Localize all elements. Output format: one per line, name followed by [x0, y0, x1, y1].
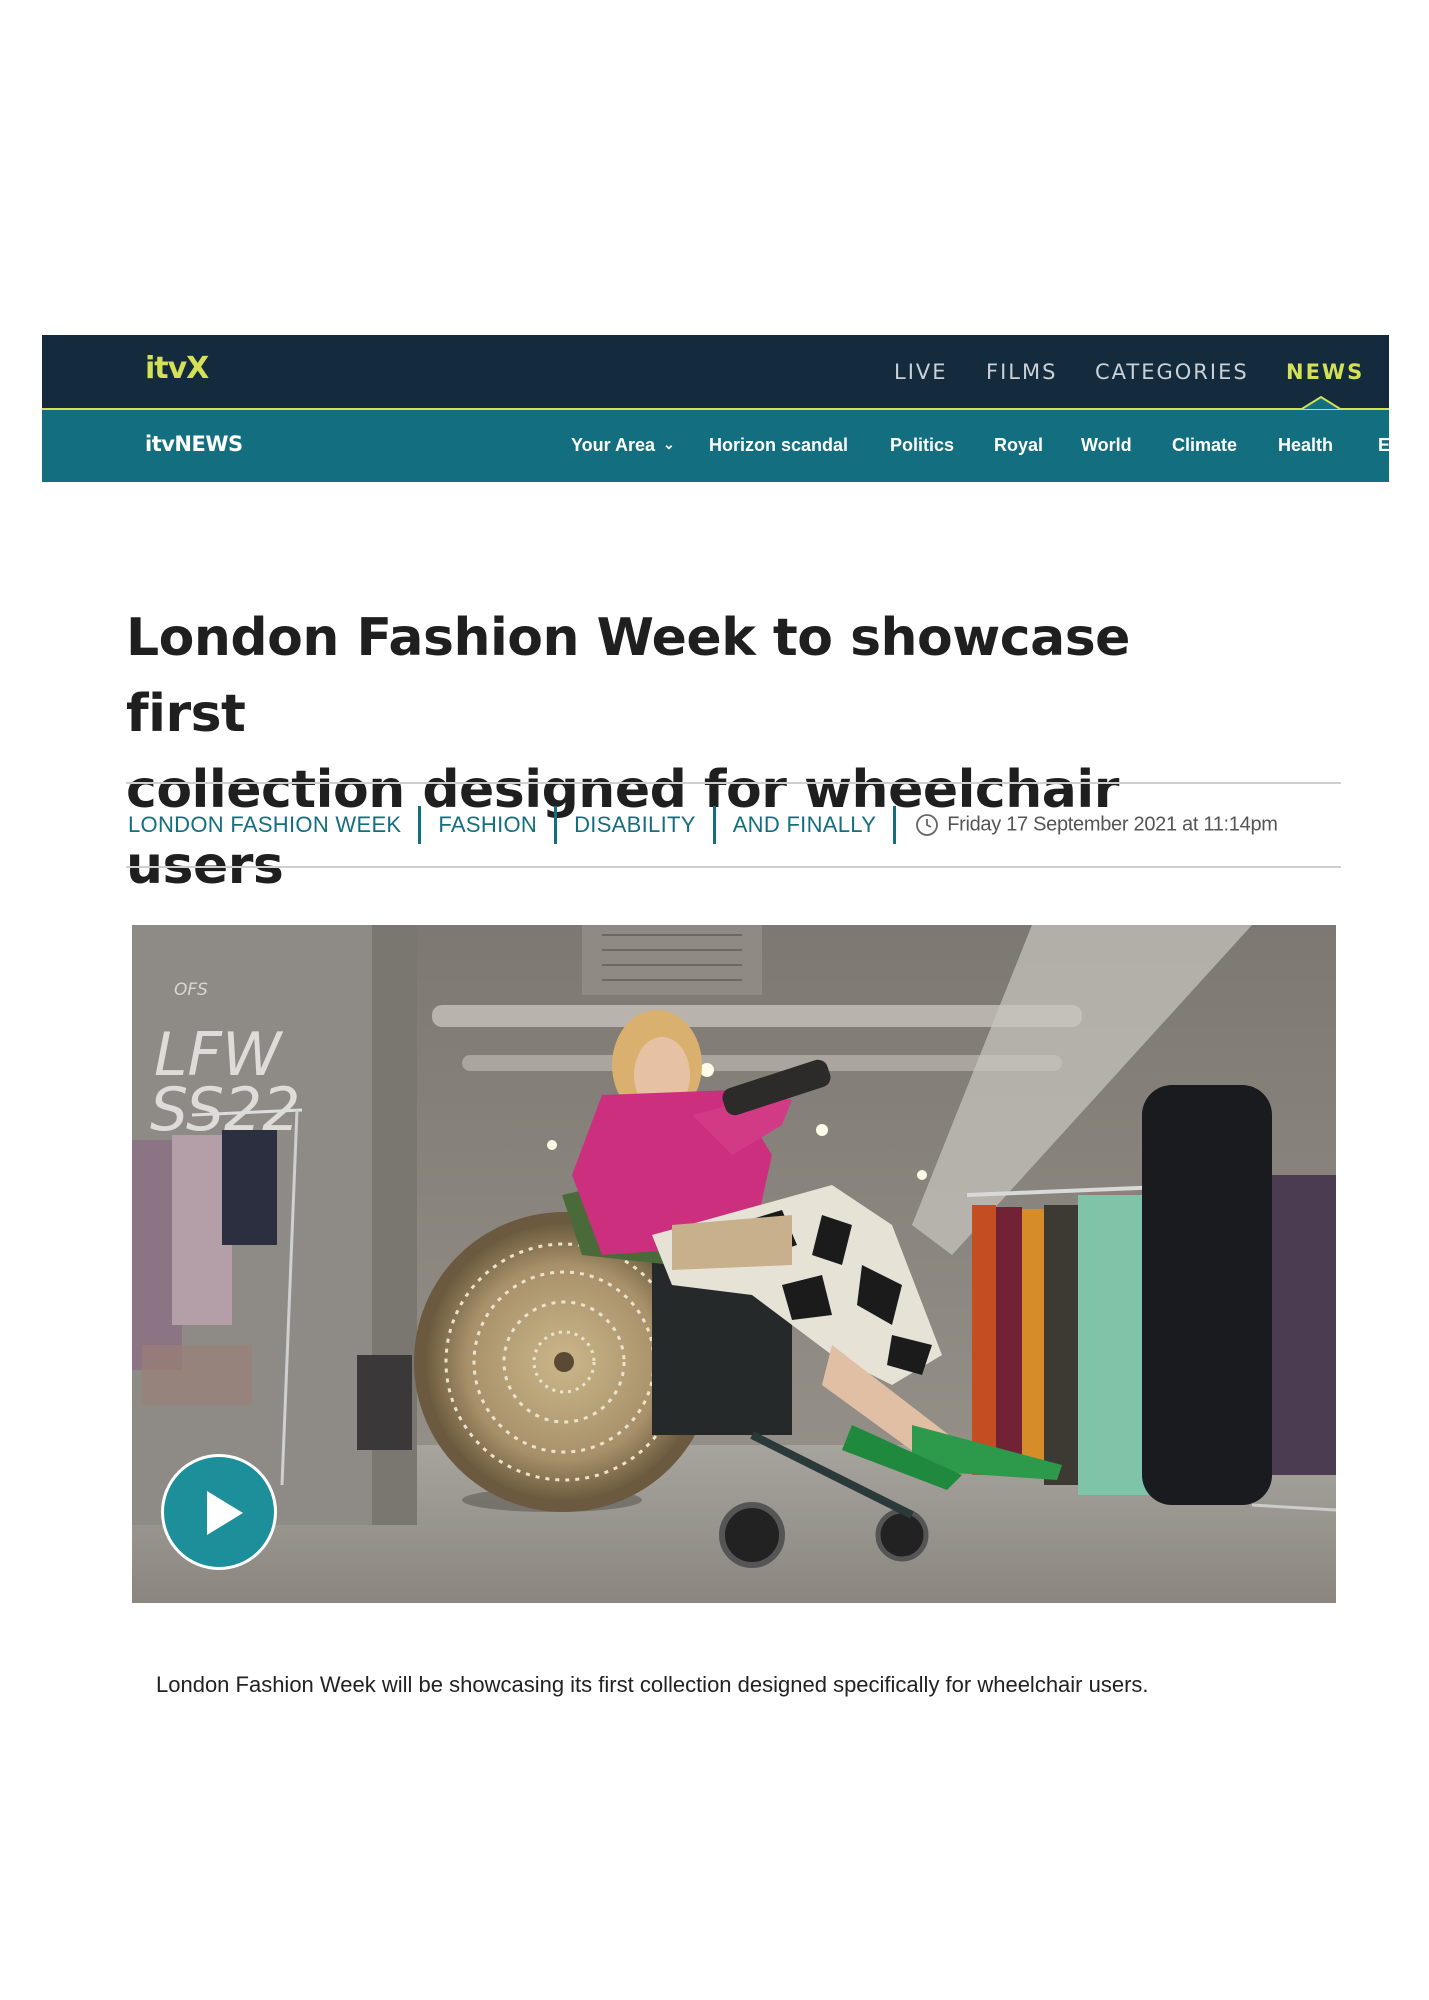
nav-live[interactable]: LIVE — [894, 360, 948, 384]
clock-icon — [916, 814, 939, 836]
tag-disability[interactable]: DISABILITY — [574, 812, 696, 838]
nav-films[interactable]: FILMS — [986, 360, 1057, 384]
subnav-politics[interactable]: Politics — [890, 435, 954, 456]
divider-bottom — [126, 866, 1341, 868]
nav-categories[interactable]: CATEGORIES — [1095, 360, 1249, 384]
headline-line-1: London Fashion Week to showcase first — [126, 608, 1130, 744]
publish-date: Friday 17 September 2021 at 11:14pm — [915, 813, 1278, 837]
tag-separator — [554, 806, 558, 844]
divider-top — [126, 782, 1341, 784]
play-icon — [207, 1491, 243, 1535]
news-subnavigation: itvNEWS Your Area ⌄ Horizon scandal Polit… — [42, 410, 1389, 482]
chevron-down-icon: ⌄ — [663, 436, 675, 452]
tag-and-finally[interactable]: AND FINALLY — [733, 812, 877, 838]
subnav-climate[interactable]: Climate — [1172, 435, 1237, 456]
play-button[interactable] — [161, 1454, 277, 1570]
tag-separator — [712, 806, 716, 844]
publish-date-text: Friday 17 September 2021 at 11:14pm — [947, 813, 1278, 836]
active-indicator-notch — [1300, 395, 1342, 411]
tag-london-fashion-week[interactable]: LONDON FASHION WEEK — [128, 812, 401, 838]
sign-ofs: OFS — [174, 980, 208, 1000]
tag-fashion[interactable]: FASHION — [438, 812, 537, 838]
video-player[interactable]: OFS LFW SS22 — [132, 925, 1336, 1603]
itvx-logo[interactable]: itvX — [145, 351, 209, 386]
subnav-health[interactable]: Health — [1278, 435, 1333, 456]
subnav-your-area-label: Your Area — [571, 435, 656, 455]
article-headline: London Fashion Week to showcase first co… — [126, 600, 1226, 904]
nav-news[interactable]: NEWS — [1286, 360, 1364, 384]
subnav-horizon-scandal[interactable]: Horizon scandal — [709, 435, 848, 456]
tag-separator — [893, 806, 897, 844]
subnav-your-area[interactable]: Your Area ⌄ — [571, 435, 675, 456]
tag-separator — [418, 806, 422, 844]
video-thumbnail: OFS LFW SS22 — [132, 925, 1336, 1603]
article-lede: London Fashion Week will be showcasing i… — [156, 1672, 1149, 1697]
itv-news-logo[interactable]: itvNEWS — [145, 432, 243, 456]
subnav-world[interactable]: World — [1081, 435, 1132, 456]
primary-navigation: itvX LIVE FILMS CATEGORIES NEWS — [42, 335, 1389, 408]
subnav-royal[interactable]: Royal — [994, 435, 1043, 456]
subnav-truncated-item[interactable]: E — [1378, 435, 1389, 456]
article-tags: LONDON FASHION WEEK FASHION DISABILITY A… — [128, 805, 1278, 845]
